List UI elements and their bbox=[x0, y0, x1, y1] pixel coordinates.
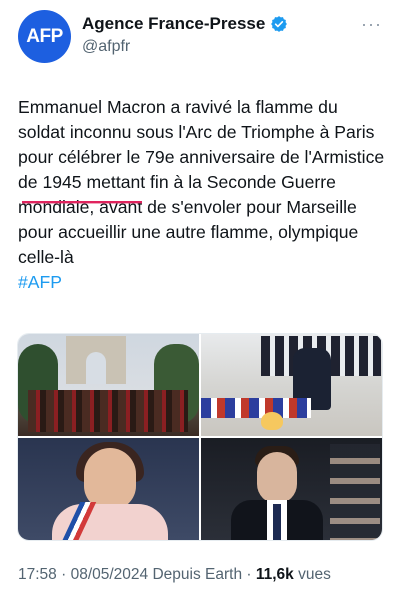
spellcheck-underline bbox=[22, 201, 142, 204]
tweet-body: Emmanuel Macron a ravivé la flamme du so… bbox=[18, 97, 385, 267]
arc-de-triomphe bbox=[66, 336, 126, 384]
cavalry-riders bbox=[28, 390, 188, 432]
media-grid bbox=[17, 333, 383, 541]
meta-separator: · bbox=[242, 566, 256, 583]
tweet-date[interactable]: 08/05/2024 bbox=[71, 566, 149, 583]
handle[interactable]: @afpfr bbox=[82, 38, 130, 56]
anne-hidalgo-photo[interactable] bbox=[18, 438, 199, 540]
tweet-metadata: 17:58 · 08/05/2024 Depuis Earth · 11,6k … bbox=[18, 566, 331, 584]
macron-flame-photo[interactable] bbox=[201, 334, 382, 436]
tweet-time[interactable]: 17:58 bbox=[18, 566, 57, 583]
more-options-icon[interactable]: ··· bbox=[361, 14, 382, 35]
crowd bbox=[330, 444, 380, 540]
eternal-flame bbox=[261, 412, 283, 430]
display-name[interactable]: Agence France-Presse bbox=[82, 14, 265, 34]
verified-badge-icon bbox=[271, 16, 288, 32]
meta-separator: · bbox=[56, 566, 71, 583]
name-row: Agence France-Presse bbox=[82, 14, 288, 34]
wreaths bbox=[201, 398, 311, 418]
hashtag-link[interactable]: #AFP bbox=[18, 272, 62, 292]
face bbox=[257, 452, 297, 504]
tweet-header: AFP Agence France-Presse @afpfr ··· bbox=[18, 10, 388, 66]
tie bbox=[273, 504, 281, 540]
gabriel-attal-photo[interactable] bbox=[201, 438, 382, 540]
face bbox=[84, 448, 136, 510]
tweet-text: Emmanuel Macron a ravivé la flamme du so… bbox=[18, 95, 388, 295]
arc-de-triomphe-cavalry-photo[interactable] bbox=[18, 334, 199, 436]
views-label: vues bbox=[298, 566, 331, 583]
tweet-source: Depuis Earth bbox=[152, 566, 243, 583]
avatar[interactable]: AFP bbox=[18, 10, 71, 63]
views-count: 11,6k bbox=[255, 566, 294, 583]
